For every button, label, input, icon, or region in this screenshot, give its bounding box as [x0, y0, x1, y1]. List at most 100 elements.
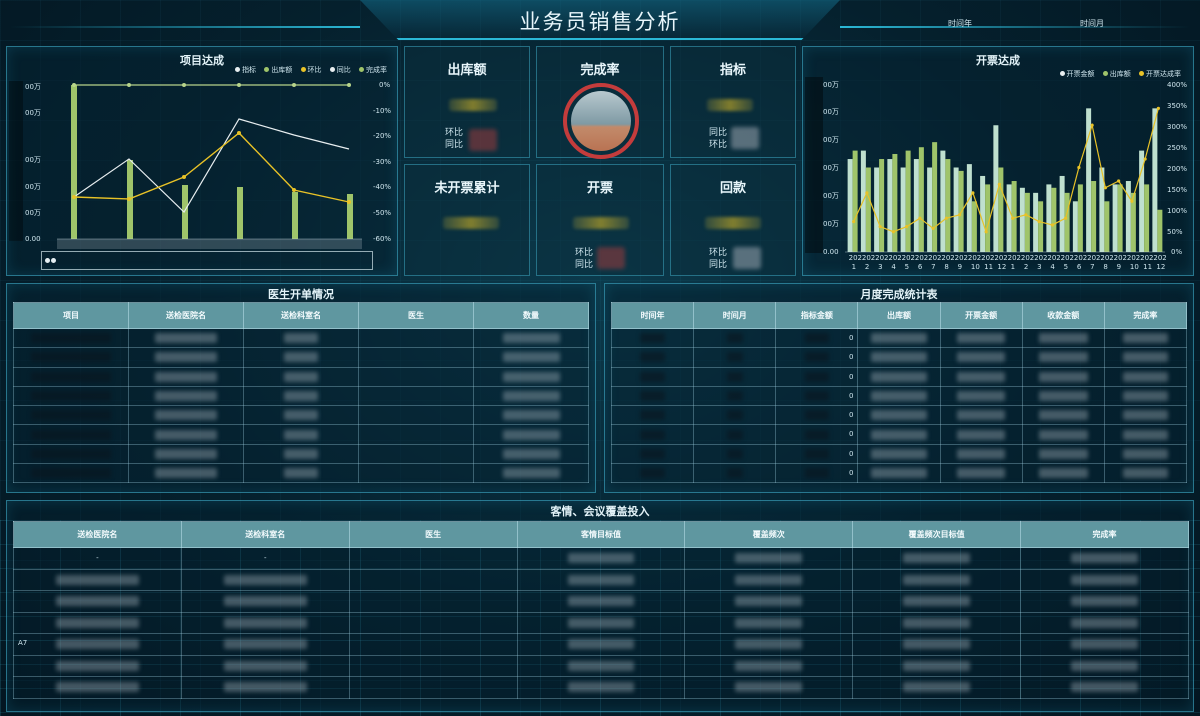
bar-invoice-amount[interactable] — [1006, 184, 1012, 252]
col-hospital[interactable]: 送检医院名 — [128, 302, 244, 329]
invoice-rate-point[interactable] — [905, 225, 909, 229]
col-doctor[interactable]: 医生 — [358, 302, 474, 329]
table-row[interactable]: 0 — [610, 385, 1188, 407]
bar-invoice-amount[interactable] — [847, 159, 853, 252]
slider-handle-left[interactable] — [45, 258, 50, 263]
kpi-completion-card[interactable]: 完成率 — [536, 46, 664, 159]
kpi-payment-card[interactable]: 回款 环比 同比 — [670, 164, 796, 276]
table-row[interactable]: 0 — [610, 366, 1188, 387]
bar-invoice-outbound[interactable] — [1024, 192, 1030, 252]
bar-invoice-amount[interactable] — [900, 167, 906, 253]
col-invoice-amount[interactable]: 开票金额 — [939, 302, 1023, 329]
bar-invoice-outbound[interactable] — [971, 201, 977, 252]
col-cov-completion[interactable]: 完成率 — [1020, 521, 1189, 548]
invoice-rate-point[interactable] — [931, 226, 935, 230]
bar-invoice-outbound[interactable] — [945, 159, 951, 252]
bar-invoice-outbound[interactable] — [1038, 201, 1044, 252]
table-row[interactable]: 0 — [610, 347, 1188, 368]
invoice-rate-point[interactable] — [878, 225, 882, 229]
table-row[interactable] — [13, 443, 589, 465]
bar-invoice-outbound[interactable] — [1117, 184, 1123, 252]
mom-point[interactable] — [347, 200, 351, 204]
data-zoom-slider[interactable] — [41, 251, 373, 270]
bar-invoice-outbound[interactable] — [998, 167, 1004, 253]
invoice-rate-point[interactable] — [918, 216, 922, 220]
target-point[interactable] — [72, 83, 76, 87]
bar-invoice-outbound[interactable] — [865, 167, 871, 253]
col-received-amount[interactable]: 收款金额 — [1021, 302, 1105, 329]
bar-invoice-amount[interactable] — [1112, 184, 1118, 252]
kpi-invoice-card[interactable]: 开票 环比 同比 — [536, 164, 664, 276]
table-row[interactable] — [13, 366, 589, 387]
bar-invoice-outbound[interactable] — [879, 159, 885, 252]
invoice-rate-point[interactable] — [1117, 179, 1121, 183]
table-row[interactable] — [13, 347, 589, 368]
col-cov-department[interactable]: 送检科室名 — [180, 521, 350, 548]
bar-invoice-outbound[interactable] — [932, 142, 938, 252]
invoice-rate-point[interactable] — [1050, 223, 1054, 227]
bar-invoice-outbound[interactable] — [1091, 181, 1097, 252]
mom-point[interactable] — [292, 188, 296, 192]
mom-point[interactable] — [127, 197, 131, 201]
col-cov-frequency-target[interactable]: 覆盖频次目标值 — [852, 521, 1022, 548]
bar-invoice-outbound[interactable] — [918, 147, 924, 252]
col-cov-client-target[interactable]: 客情目标值 — [516, 521, 686, 548]
table-row[interactable]: 0 — [610, 443, 1188, 465]
table-row[interactable]: 0 — [610, 405, 1188, 426]
invoice-rate-point[interactable] — [1103, 186, 1107, 190]
kpi-uninvoiced-card[interactable]: 未开票累计 — [404, 164, 530, 276]
bar-invoice-outbound[interactable] — [1077, 184, 1083, 252]
bar-outbound-5[interactable] — [292, 192, 298, 239]
bar-invoice-amount[interactable] — [1072, 201, 1078, 252]
col-cov-hospital[interactable]: 送检医院名 — [13, 521, 182, 548]
invoice-rate-point[interactable] — [1090, 123, 1094, 127]
col-outbound[interactable]: 出库额 — [857, 302, 941, 329]
mom-point[interactable] — [237, 131, 241, 135]
invoice-rate-point[interactable] — [1143, 157, 1147, 161]
kpi-outbound-card[interactable]: 出库额 环比 同比 — [404, 46, 530, 158]
bar-outbound-4[interactable] — [237, 187, 243, 239]
bar-invoice-amount[interactable] — [874, 167, 880, 253]
col-quantity[interactable]: 数量 — [473, 302, 589, 329]
bar-invoice-amount[interactable] — [980, 175, 986, 252]
invoice-rate-point[interactable] — [1156, 106, 1160, 110]
invoice-rate-point[interactable] — [865, 191, 869, 195]
invoice-rate-point[interactable] — [1130, 199, 1134, 203]
invoice-rate-point[interactable] — [1024, 213, 1028, 217]
filter-year[interactable]: 时间年 — [948, 18, 972, 29]
bar-invoice-outbound[interactable] — [1064, 192, 1070, 252]
bar-invoice-outbound[interactable] — [1051, 187, 1057, 252]
invoice-rate-point[interactable] — [997, 182, 1001, 186]
invoice-rate-point[interactable] — [891, 230, 895, 234]
invoice-rate-point[interactable] — [1011, 216, 1015, 220]
bar-invoice-amount[interactable] — [887, 159, 893, 252]
table-row[interactable] — [13, 611, 1189, 634]
col-department[interactable]: 送检科室名 — [243, 302, 359, 329]
bar-invoice-amount[interactable] — [913, 159, 919, 252]
bar-invoice-amount[interactable] — [927, 167, 933, 253]
mom-point[interactable] — [72, 195, 76, 199]
table-row[interactable]: -- — [13, 547, 1189, 570]
bar-invoice-amount[interactable] — [1033, 192, 1039, 252]
kpi-target-card[interactable]: 指标 同比 环比 — [670, 46, 796, 158]
table-row[interactable]: 0 — [610, 327, 1188, 349]
invoice-rate-point[interactable] — [1077, 165, 1081, 170]
table-row[interactable] — [13, 654, 1189, 677]
bar-invoice-amount[interactable] — [966, 164, 972, 252]
col-cov-doctor[interactable]: 医生 — [348, 521, 518, 548]
invoice-rate-point[interactable] — [971, 191, 975, 195]
table-row[interactable] — [13, 463, 589, 484]
invoice-rate-point[interactable] — [1064, 216, 1068, 220]
table-row[interactable]: A7 — [13, 633, 1189, 656]
bar-invoice-amount[interactable] — [940, 150, 946, 252]
slider-handle-right[interactable] — [51, 258, 56, 263]
table-row[interactable] — [13, 590, 1189, 613]
bar-invoice-amount[interactable] — [1059, 175, 1065, 252]
col-project[interactable]: 项目 — [13, 302, 129, 329]
target-point[interactable] — [292, 83, 296, 87]
invoice-rate-point[interactable] — [984, 230, 988, 234]
bar-outbound-3[interactable] — [182, 185, 188, 239]
bar-invoice-outbound[interactable] — [905, 150, 911, 252]
table-row[interactable]: 0 — [610, 463, 1188, 484]
col-completion-rate[interactable]: 完成率 — [1103, 302, 1188, 329]
